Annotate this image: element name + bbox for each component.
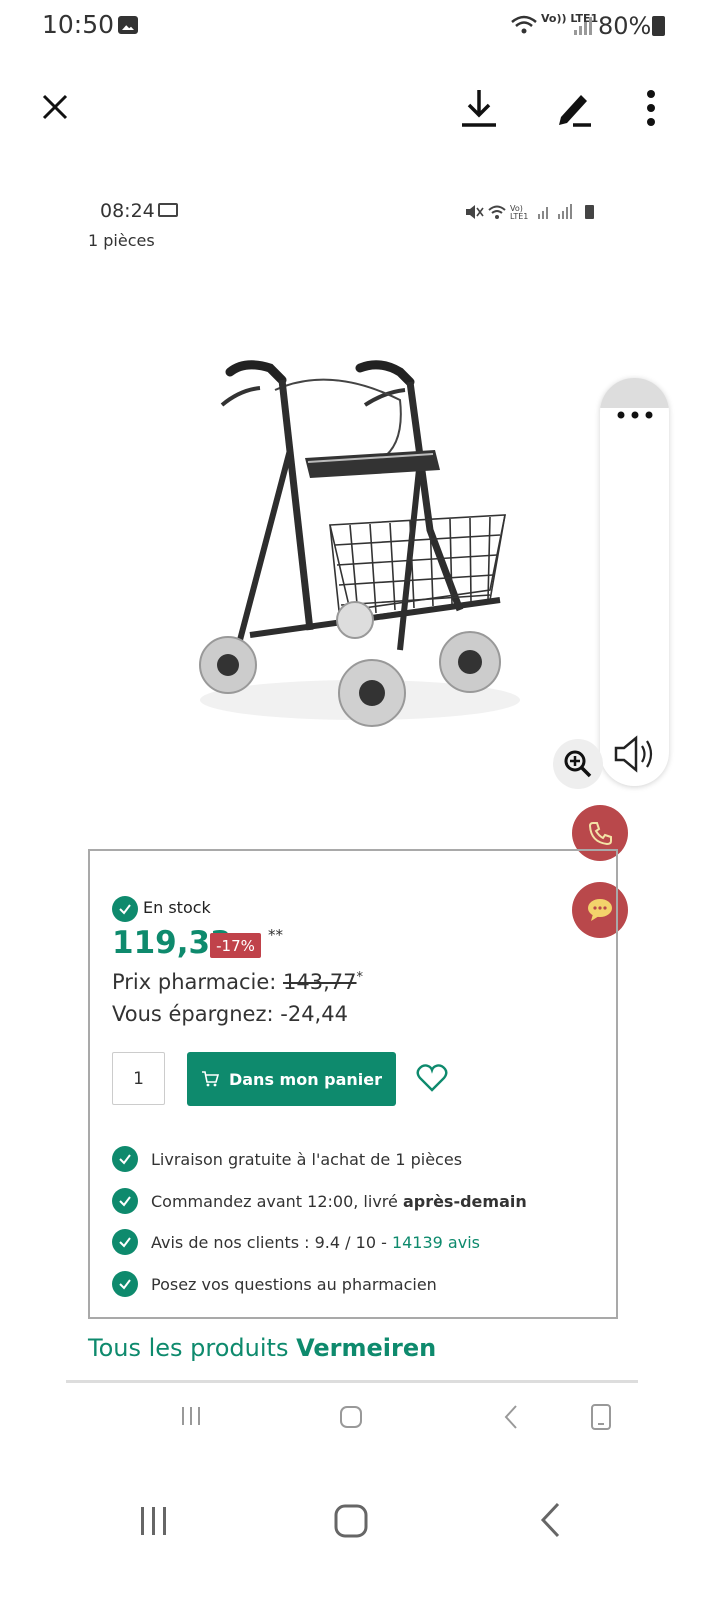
check-icon xyxy=(112,1271,138,1297)
inner-home-icon xyxy=(339,1405,363,1433)
heart-icon xyxy=(416,1064,448,1092)
more-options-button[interactable] xyxy=(632,84,670,132)
stock-status: En stock xyxy=(143,898,211,917)
svg-text:LTE1: LTE1 xyxy=(510,212,528,221)
inner-status-icons: Vo) LTE1 xyxy=(464,202,600,226)
zoom-button[interactable] xyxy=(553,739,603,789)
product-image xyxy=(190,350,520,740)
add-to-cart-button[interactable]: Dans mon panier xyxy=(187,1052,396,1106)
inner-subtitle: 1 pièces xyxy=(88,231,155,250)
pharmacy-price-value: 143,77 xyxy=(283,970,357,994)
in-stock-check-icon xyxy=(112,896,138,922)
divider xyxy=(66,1380,638,1383)
wifi-icon xyxy=(510,14,538,40)
inner-rotate-icon xyxy=(590,1403,612,1435)
reviews-link[interactable]: 14139 avis xyxy=(392,1233,480,1252)
signal-icon xyxy=(572,16,592,40)
feature-text: Avis de nos clients : 9.4 / 10 - 14139 a… xyxy=(151,1232,480,1252)
check-icon xyxy=(112,1146,138,1172)
savings-value: -24,44 xyxy=(280,1002,348,1026)
zoom-in-icon xyxy=(564,750,592,778)
more-icon xyxy=(647,90,655,126)
savings-line: Vous épargnez: -24,44 xyxy=(112,1002,348,1026)
feature-reviews: Avis de nos clients : 9.4 / 10 - 14139 a… xyxy=(112,1229,480,1255)
edit-button[interactable] xyxy=(550,84,596,132)
download-icon xyxy=(462,90,496,127)
pharmacy-price-line: Prix pharmacie: 143,77* xyxy=(112,970,363,994)
battery-percent: 80% xyxy=(598,12,652,40)
price-footnote: ** xyxy=(268,926,283,944)
battery-icon xyxy=(652,16,665,36)
inner-notification-icon xyxy=(158,203,178,217)
side-panel-handle[interactable] xyxy=(600,378,669,408)
favorite-button[interactable] xyxy=(416,1063,448,1097)
status-time: 10:50 xyxy=(42,10,115,39)
cart-icon xyxy=(201,1071,219,1087)
feature-text: Commandez avant 12:00, livré après-demai… xyxy=(151,1191,527,1211)
phone-icon xyxy=(588,822,612,846)
home-button[interactable] xyxy=(334,1504,368,1542)
inner-back-icon xyxy=(502,1404,520,1434)
savings-label: Vous épargnez: xyxy=(112,1002,274,1026)
close-icon xyxy=(42,94,68,120)
pharmacy-price-label: Prix pharmacie: xyxy=(112,970,277,994)
discount-badge: -17% xyxy=(210,933,261,958)
check-icon xyxy=(112,1188,138,1214)
add-to-cart-label: Dans mon panier xyxy=(228,1069,383,1089)
feature-free-delivery: Livraison gratuite à l'achat de 1 pièces xyxy=(112,1146,462,1172)
check-icon xyxy=(112,1229,138,1255)
floating-side-panel[interactable] xyxy=(600,378,669,786)
inner-status-time: 08:24 xyxy=(100,200,155,222)
brand-name: Vermeiren xyxy=(296,1334,437,1362)
feature-text: Livraison gratuite à l'achat de 1 pièces xyxy=(151,1149,463,1169)
brand-link[interactable]: Tous les produits Vermeiren xyxy=(88,1334,436,1362)
recents-button[interactable] xyxy=(138,1505,170,1541)
side-panel-more-icon[interactable] xyxy=(616,405,654,424)
download-button[interactable] xyxy=(456,84,502,132)
inner-recents-icon xyxy=(180,1405,202,1431)
speaker-icon[interactable] xyxy=(612,734,658,778)
gallery-notification-icon xyxy=(118,16,138,34)
back-button[interactable] xyxy=(538,1502,562,1542)
quantity-input[interactable]: 1 xyxy=(112,1052,165,1105)
delivery-day: après-demain xyxy=(402,1191,527,1211)
feature-order-deadline: Commandez avant 12:00, livré après-demai… xyxy=(112,1188,527,1214)
feature-pharmacist: Posez vos questions au pharmacien xyxy=(112,1271,437,1297)
pharmacy-price-mark: * xyxy=(356,970,364,985)
feature-text: Posez vos questions au pharmacien xyxy=(151,1274,437,1294)
close-button[interactable] xyxy=(36,88,74,126)
edit-icon xyxy=(559,95,591,127)
